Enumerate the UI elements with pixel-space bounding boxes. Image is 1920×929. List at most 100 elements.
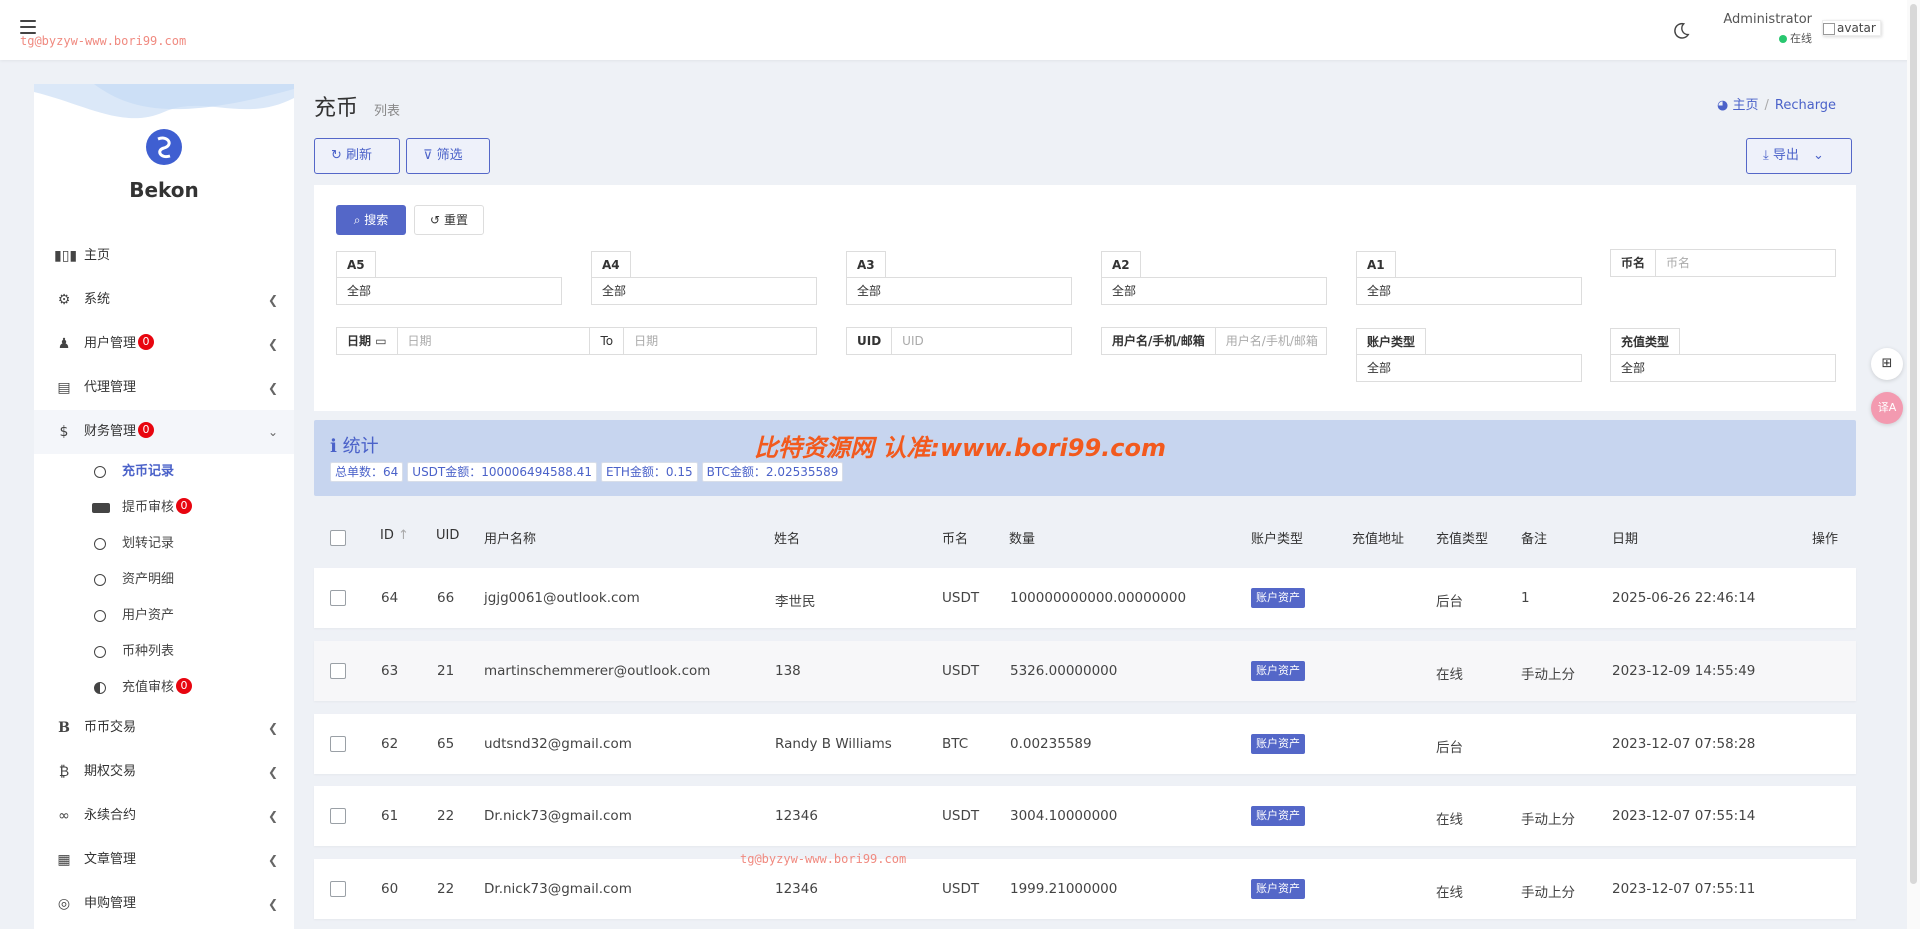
row-checkbox[interactable] [330,590,346,606]
circle-icon [94,574,106,586]
search-icon: ⌕ [353,213,361,227]
count-badge: 0 [138,422,155,438]
brand-logo-icon [146,129,182,165]
sidebar-item-spot-trading[interactable]: B 币币交易 ❮ [34,706,294,750]
filter-a2-select[interactable]: 全部 [1101,277,1327,305]
bitcoin-b-icon: B [58,720,70,736]
chevron-left-icon: ❮ [267,293,278,307]
sidebar-item-finance[interactable]: $ 财务管理 0 ⌄ [34,410,294,454]
filter-a5-select[interactable]: 全部 [336,277,562,305]
sidebar-wave-decoration [34,84,294,119]
user-name: Administrator [1723,12,1812,27]
table-row[interactable]: 60 22 Dr.nick73@gmail.com 12346 USDT 199… [314,859,1856,919]
table-row[interactable]: 64 66 jgjg0061@outlook.com 李世民 USDT 1000… [314,568,1856,628]
link-icon: ∞ [58,808,70,824]
circle-icon [94,466,106,478]
page-title: 充币 [314,96,359,121]
sub-item-transfer-records[interactable]: 划转记录 [34,526,294,562]
recharge-type-label: 充值类型 [1610,328,1681,354]
dark-mode-icon[interactable] [1672,22,1690,40]
column-header-actions: 操作 [1812,532,1839,547]
select-all-checkbox[interactable] [330,530,346,546]
filter-a4-label: A4 [591,251,631,277]
sidebar-item-agents[interactable]: ▤ 代理管理 ❮ [34,366,294,410]
sidebar-item-home[interactable]: ▮▯▮ 主页 [34,234,294,278]
filter-button[interactable]: ⊽ 筛选 [406,138,490,174]
sidebar-item-users[interactable]: ♟ 用户管理 0 ❮ [34,322,294,366]
sort-arrow-icon: ↑ [398,528,409,543]
row-checkbox[interactable] [330,663,346,679]
column-header-id[interactable]: ID ↑ [380,528,409,543]
column-header-amount: 数量 [1009,532,1036,547]
filter-a3-select[interactable]: 全部 [846,277,1072,305]
sub-item-recharge-review[interactable]: 充值审核 0 [34,670,294,706]
filter-a1-select[interactable]: 全部 [1356,277,1582,305]
user-filter: 用户名/手机/邮箱 用户名/手机/邮箱 [1101,327,1327,355]
online-dot-icon [1779,35,1787,43]
row-checkbox[interactable] [330,808,346,824]
sidebar-item-options-trading[interactable]: ₿ 期权交易 ❮ [34,750,294,794]
gear-icon: ⚙ [57,292,71,308]
stat-usdt-amount: USDT金额：100006494588.41 [407,462,597,482]
table-row[interactable]: 62 65 udtsnd32@gmail.com Randy B William… [314,714,1856,774]
bar-chart-icon: ▮▯▮ [54,248,78,264]
info-icon: ℹ [330,436,337,457]
download-icon: ⤓ [1763,148,1769,163]
column-header-remark: 备注 [1521,532,1548,547]
sub-item-asset-details[interactable]: 资产明细 [34,562,294,598]
recharge-type-select[interactable]: 全部 [1610,354,1836,382]
filter-a3-label: A3 [846,251,886,277]
newspaper-icon: ▦ [57,852,71,868]
avatar[interactable]: avatar [1822,20,1881,36]
user-input[interactable]: 用户名/手机/邮箱 [1216,328,1326,354]
account-type-tag: 账户资产 [1251,661,1305,681]
sub-item-withdraw-review[interactable]: 提币审核 0 [34,490,294,526]
table-row[interactable]: 61 22 Dr.nick73@gmail.com 12346 USDT 300… [314,786,1856,846]
uid-input[interactable]: UID [892,328,1071,354]
column-header-recharge-type: 充值类型 [1436,532,1489,547]
sub-item-coin-list[interactable]: 币种列表 [34,634,294,670]
page-scrollbar[interactable] [1907,0,1920,929]
sidebar-item-subscription[interactable]: ◎ 申购管理 ❮ [34,882,294,926]
sub-item-user-assets[interactable]: 用户资产 [34,598,294,634]
refresh-button[interactable]: ↻ 刷新 [314,138,400,174]
menu-toggle-icon[interactable] [20,20,36,34]
sidebar-item-articles[interactable]: ▦ 文章管理 ❮ [34,838,294,882]
sidebar-item-system[interactable]: ⚙ 系统 ❮ [34,278,294,322]
date-to-input[interactable]: 日期 [624,328,816,354]
stat-total-orders: 总单数：64 [330,462,404,482]
reset-button[interactable]: ↺ 重置 [414,205,484,235]
date-range-filter: 日期 ▭ 日期 To 日期 [336,327,817,355]
chevron-left-icon: ❮ [267,381,278,395]
table-row[interactable]: 63 21 martinschemmerer@outlook.com 138 U… [314,641,1856,701]
scrollbar-thumb[interactable] [1910,4,1917,884]
chevron-left-icon: ❮ [267,897,278,911]
filter-a4-select[interactable]: 全部 [591,277,817,305]
date-from-input[interactable]: 日期 [398,328,591,354]
search-button[interactable]: ⌕ 搜索 [336,205,406,235]
user-info[interactable]: Administrator 在线 [1716,12,1812,46]
row-checkbox[interactable] [330,881,346,897]
account-type-select[interactable]: 全部 [1356,354,1582,382]
row-checkbox[interactable] [330,736,346,752]
circle-icon [94,646,106,658]
breadcrumb-home[interactable]: 主页 [1732,98,1758,113]
account-type-label: 账户类型 [1356,328,1427,354]
chevron-left-icon: ❮ [267,809,278,823]
chevron-down-icon: ⌄ [1813,148,1824,163]
chevron-left-icon: ❮ [267,337,278,351]
column-header-username: 用户名称 [484,532,537,547]
export-button[interactable]: ⤓ 导出 ⌄ [1746,138,1852,174]
filter-a2-label: A2 [1101,251,1141,277]
grid-plus-icon[interactable]: ⊞ [1871,348,1903,380]
chevron-left-icon: ❮ [267,765,278,779]
circle-icon [94,610,106,622]
sidebar-item-perpetual[interactable]: ∞ 永续合约 ❮ [34,794,294,838]
count-badge: 0 [176,678,193,694]
translate-icon[interactable]: 译A [1871,392,1903,424]
sub-item-recharge-records[interactable]: 充币记录 [34,454,294,490]
column-header-uid: UID [436,528,460,543]
half-circle-icon [94,682,106,694]
account-type-tag: 账户资产 [1251,734,1305,754]
coin-input[interactable]: 币名 [1656,250,1835,276]
